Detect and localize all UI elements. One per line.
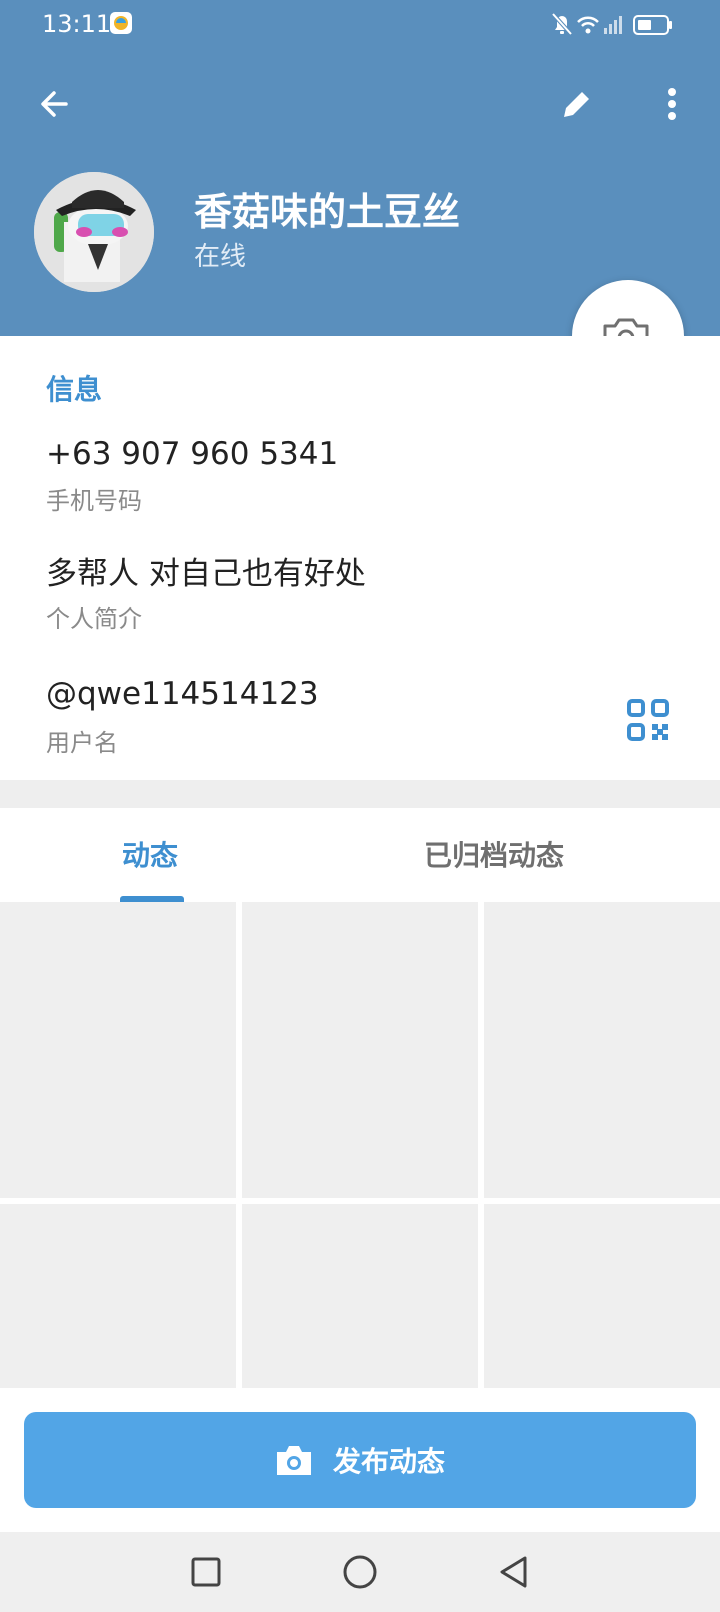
signal-icon <box>604 16 622 34</box>
edit-button[interactable] <box>545 72 609 136</box>
publish-story-button[interactable]: 发布动态 <box>24 1412 696 1508</box>
grid-cell[interactable] <box>242 902 478 1198</box>
back-button[interactable] <box>22 72 86 136</box>
status-time: 13:11 <box>42 10 112 38</box>
grid-cell[interactable] <box>484 1204 720 1388</box>
grid-cell[interactable] <box>242 1204 478 1388</box>
publish-story-label: 发布动态 <box>332 1445 445 1478</box>
battery-icon <box>633 15 672 35</box>
nav-back-icon <box>500 1556 527 1588</box>
info-title: 信息 <box>46 373 103 406</box>
grid-cell[interactable] <box>0 1204 236 1388</box>
profile-name: 香菇味的土豆丝 <box>194 190 461 234</box>
wifi-icon <box>577 16 599 27</box>
tab-stories[interactable]: 动态 <box>122 836 178 876</box>
back-arrow-icon <box>41 91 68 117</box>
camera-icon <box>276 1446 311 1475</box>
username-label: 用户名 <box>46 729 118 757</box>
back-nav-button[interactable] <box>488 1550 540 1594</box>
app-notification-icon <box>110 12 132 34</box>
home-button[interactable] <box>334 1550 386 1594</box>
edit-pencil-icon <box>564 89 592 117</box>
status-icons <box>550 10 680 38</box>
grid-cell[interactable] <box>484 902 720 1198</box>
qr-code-button[interactable] <box>626 698 670 742</box>
bio-value[interactable]: 多帮人 对自己也有好处 <box>46 552 366 596</box>
recent-apps-button[interactable] <box>180 1550 232 1594</box>
bio-label: 个人简介 <box>46 605 142 633</box>
grid-cell[interactable] <box>0 902 236 1198</box>
avatar[interactable] <box>34 172 154 292</box>
tab-archived-stories[interactable]: 已归档动态 <box>424 836 564 876</box>
nav-circle-icon <box>343 1555 377 1589</box>
tab-bar <box>0 808 720 903</box>
stories-grid <box>0 902 720 1388</box>
presence-status: 在线 <box>194 242 247 272</box>
more-options-button[interactable] <box>640 72 704 136</box>
more-vert-icon <box>668 88 676 120</box>
phone-label: 手机号码 <box>46 487 142 515</box>
phone-value[interactable]: +63 907 960 5341 <box>46 432 338 476</box>
nav-square-icon <box>191 1557 221 1587</box>
qr-code-icon <box>627 699 669 741</box>
username-value[interactable]: @qwe114514123 <box>46 672 319 716</box>
